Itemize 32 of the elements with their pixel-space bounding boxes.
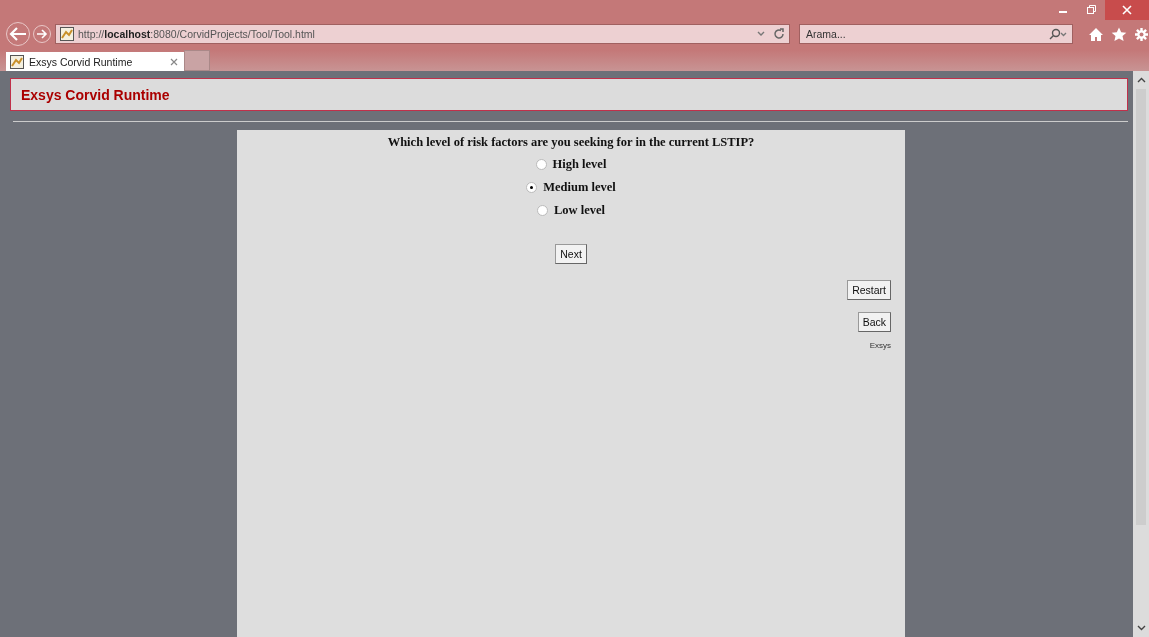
dropdown-icon[interactable] bbox=[757, 31, 765, 37]
next-button[interactable]: Next bbox=[555, 244, 587, 264]
favicon-icon bbox=[60, 27, 74, 41]
restart-button[interactable]: Restart bbox=[847, 280, 891, 300]
option-label: High level bbox=[552, 157, 607, 172]
option-label: Low level bbox=[553, 203, 605, 218]
back-button[interactable]: Back bbox=[857, 312, 891, 332]
question-text: Which level of risk factors are you seeking for in the current LSTIP? bbox=[387, 135, 755, 150]
home-icon[interactable] bbox=[1088, 26, 1104, 42]
option-label: Medium level bbox=[543, 180, 616, 195]
close-icon[interactable] bbox=[170, 57, 178, 66]
left-arrow-icon[interactable] bbox=[9, 27, 27, 41]
scroll-up-icon[interactable] bbox=[1136, 77, 1146, 83]
star-icon[interactable] bbox=[1111, 26, 1127, 42]
radio-button[interactable] bbox=[535, 159, 547, 170]
restore-icon[interactable] bbox=[1086, 5, 1096, 15]
page-title: Exsys Corvid Runtime bbox=[21, 86, 170, 103]
close-button[interactable] bbox=[1105, 0, 1149, 20]
right-arrow-icon[interactable] bbox=[36, 29, 48, 39]
address-field[interactable]: http://localhost:8080/CorvidProjects/Tool/Tool.html bbox=[55, 24, 790, 44]
radio-button[interactable] bbox=[536, 205, 548, 216]
search-field[interactable]: Arama... bbox=[799, 24, 1073, 44]
refresh-icon[interactable] bbox=[773, 28, 785, 40]
url-text: http://localhost:8080/CorvidProjects/Tool/Tool.html bbox=[78, 28, 316, 40]
radio-button[interactable] bbox=[526, 182, 538, 193]
footer-text: Exsys bbox=[869, 341, 891, 350]
search-icon[interactable] bbox=[1049, 28, 1067, 40]
scrollbar[interactable] bbox=[1133, 71, 1149, 637]
browser-tab[interactable]: Exsys Corvid Runtime bbox=[6, 52, 184, 71]
scroll-down-icon[interactable] bbox=[1136, 625, 1146, 631]
settings-icon[interactable] bbox=[1134, 26, 1149, 42]
favicon-icon bbox=[10, 54, 24, 69]
